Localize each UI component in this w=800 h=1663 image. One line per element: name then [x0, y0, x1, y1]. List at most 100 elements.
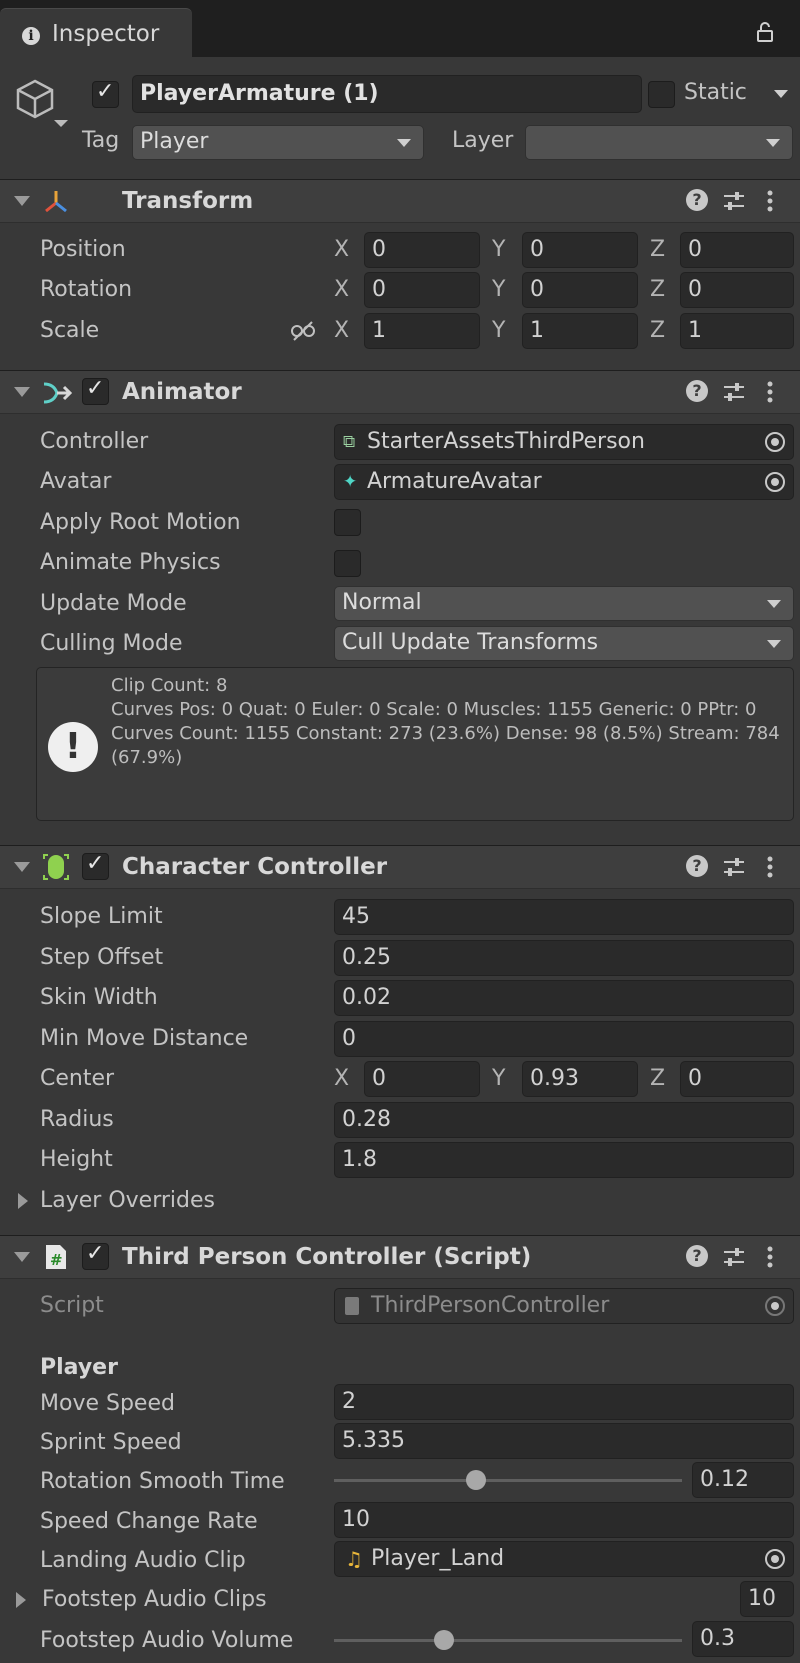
landing-audio-clip-label: Landing Audio Clip: [40, 1548, 246, 1573]
character-controller-enabled-checkbox[interactable]: [82, 851, 109, 880]
skin-width-field[interactable]: 0.02: [334, 980, 794, 1016]
rotation-z-field[interactable]: 0: [680, 272, 794, 308]
object-picker-icon[interactable]: [765, 1549, 785, 1569]
center-z-field[interactable]: 0: [680, 1061, 794, 1097]
center-y-field[interactable]: 0.93: [522, 1061, 638, 1097]
apply-root-motion-checkbox[interactable]: [334, 509, 361, 536]
more-menu-icon[interactable]: [764, 1245, 776, 1269]
footstep-audio-volume-label: Footstep Audio Volume: [40, 1628, 294, 1653]
presets-sliders-icon[interactable]: [722, 855, 746, 879]
controller-field[interactable]: StarterAssetsThirdPerson ⧉: [334, 424, 794, 460]
footstep-audio-clips-label[interactable]: Footstep Audio Clips: [42, 1587, 267, 1612]
position-y-field[interactable]: 0: [522, 232, 638, 268]
character-controller-header[interactable]: Character Controller ?: [0, 845, 800, 889]
skin-width-label: Skin Width: [40, 985, 158, 1010]
help-icon[interactable]: ?: [686, 1245, 708, 1267]
static-checkbox[interactable]: [648, 81, 675, 108]
fold-arrow-icon[interactable]: [14, 862, 30, 872]
axis-x-label: X: [334, 1066, 350, 1091]
scale-x-field[interactable]: 1: [364, 313, 480, 349]
svg-text:#: #: [50, 1251, 63, 1269]
landing-audio-clip-field[interactable]: Player_Land ♫: [334, 1541, 794, 1577]
help-icon[interactable]: ?: [686, 189, 708, 211]
third-person-title: Third Person Controller (Script): [122, 1244, 532, 1270]
object-picker-icon: [765, 1296, 785, 1316]
rotation-x-field[interactable]: 0: [364, 272, 480, 308]
fold-arrow-icon[interactable]: [14, 196, 30, 206]
footstep-audio-clips-count[interactable]: 10: [740, 1581, 794, 1617]
icon-dropdown-arrow-icon[interactable]: [54, 120, 68, 127]
transform-title: Transform: [122, 188, 254, 214]
object-picker-icon[interactable]: [765, 432, 785, 452]
scale-z-field[interactable]: 1: [680, 313, 794, 349]
active-checkbox[interactable]: [92, 79, 119, 108]
animate-physics-checkbox[interactable]: [334, 550, 361, 577]
more-menu-icon[interactable]: [764, 855, 776, 879]
layer-overrides-foldout-icon[interactable]: [18, 1193, 28, 1209]
rotation-y-field[interactable]: 0: [522, 272, 638, 308]
axis-x-label: X: [334, 277, 350, 302]
fold-arrow-icon[interactable]: [14, 387, 30, 397]
more-menu-icon[interactable]: [764, 380, 776, 404]
rotation-smooth-slider-thumb[interactable]: [466, 1470, 486, 1490]
info-line: Clip Count: 8: [111, 675, 228, 696]
step-offset-field[interactable]: 0.25: [334, 940, 794, 976]
tab-inspector[interactable]: i Inspector: [0, 8, 192, 58]
scale-y-field[interactable]: 1: [522, 313, 638, 349]
third-person-controller-header[interactable]: # Third Person Controller (Script) ?: [0, 1235, 800, 1279]
transform-header[interactable]: Transform ?: [0, 179, 800, 223]
slope-limit-field[interactable]: 45: [334, 899, 794, 935]
static-dropdown-arrow-icon[interactable]: [774, 90, 788, 98]
slope-limit-label: Slope Limit: [40, 904, 163, 929]
animator-header[interactable]: Animator ?: [0, 370, 800, 414]
fold-arrow-icon[interactable]: [14, 1252, 30, 1262]
animator-controller-icon: ⧉: [343, 432, 356, 452]
axis-z-label: Z: [650, 237, 666, 262]
min-move-distance-field[interactable]: 0: [334, 1021, 794, 1057]
help-icon[interactable]: ?: [686, 855, 708, 877]
layer-overrides-label[interactable]: Layer Overrides: [40, 1188, 215, 1213]
presets-sliders-icon[interactable]: [722, 1245, 746, 1269]
culling-mode-dropdown[interactable]: Cull Update Transforms: [334, 626, 794, 661]
rotation-smooth-field[interactable]: 0.12: [692, 1462, 794, 1498]
object-name-field[interactable]: PlayerArmature (1): [132, 75, 642, 113]
rotation-smooth-slider-track[interactable]: [334, 1479, 682, 1482]
header-icons: ?: [678, 1245, 788, 1269]
height-field[interactable]: 1.8: [334, 1142, 794, 1178]
presets-sliders-icon[interactable]: [722, 189, 746, 213]
avatar-value: ArmatureAvatar: [367, 469, 542, 494]
update-mode-dropdown[interactable]: Normal: [334, 586, 794, 621]
avatar-field[interactable]: ArmatureAvatar ✦: [334, 464, 794, 500]
animator-enabled-checkbox[interactable]: [82, 376, 109, 405]
script-icon: #: [46, 1245, 66, 1269]
gameobject-cube-icon[interactable]: [12, 76, 58, 122]
more-menu-icon[interactable]: [764, 189, 776, 213]
center-x-field[interactable]: 0: [364, 1061, 480, 1097]
third-person-enabled-checkbox[interactable]: [82, 1241, 109, 1270]
help-icon[interactable]: ?: [686, 380, 708, 402]
footstep-volume-slider-thumb[interactable]: [434, 1630, 454, 1650]
title-bar: i Inspector: [0, 0, 800, 58]
script-label: Script: [40, 1293, 104, 1318]
tag-dropdown[interactable]: Player: [132, 125, 424, 160]
unlinked-scale-icon[interactable]: [290, 320, 316, 342]
layer-dropdown[interactable]: [525, 125, 793, 160]
info-line: Curves Count: 1155 Constant: 273 (23.6%)…: [111, 723, 780, 768]
chevron-down-icon: [766, 139, 780, 147]
chevron-down-icon: [767, 640, 781, 648]
presets-sliders-icon[interactable]: [722, 380, 746, 404]
position-x-field[interactable]: 0: [364, 232, 480, 268]
move-speed-field[interactable]: 2: [334, 1384, 794, 1420]
header-icons: ?: [678, 380, 788, 404]
footstep-volume-slider-track[interactable]: [334, 1639, 682, 1642]
speed-change-rate-field[interactable]: 10: [334, 1502, 794, 1538]
object-picker-icon[interactable]: [765, 472, 785, 492]
tag-label: Tag: [82, 128, 120, 153]
sprint-speed-field[interactable]: 5.335: [334, 1423, 794, 1459]
footstep-volume-field[interactable]: 0.3: [692, 1621, 794, 1657]
position-z-field[interactable]: 0: [680, 232, 794, 268]
radius-field[interactable]: 0.28: [334, 1102, 794, 1138]
footstep-clips-foldout-icon[interactable]: [16, 1592, 26, 1608]
tag-value: Player: [140, 129, 209, 154]
lock-icon[interactable]: [755, 22, 775, 42]
